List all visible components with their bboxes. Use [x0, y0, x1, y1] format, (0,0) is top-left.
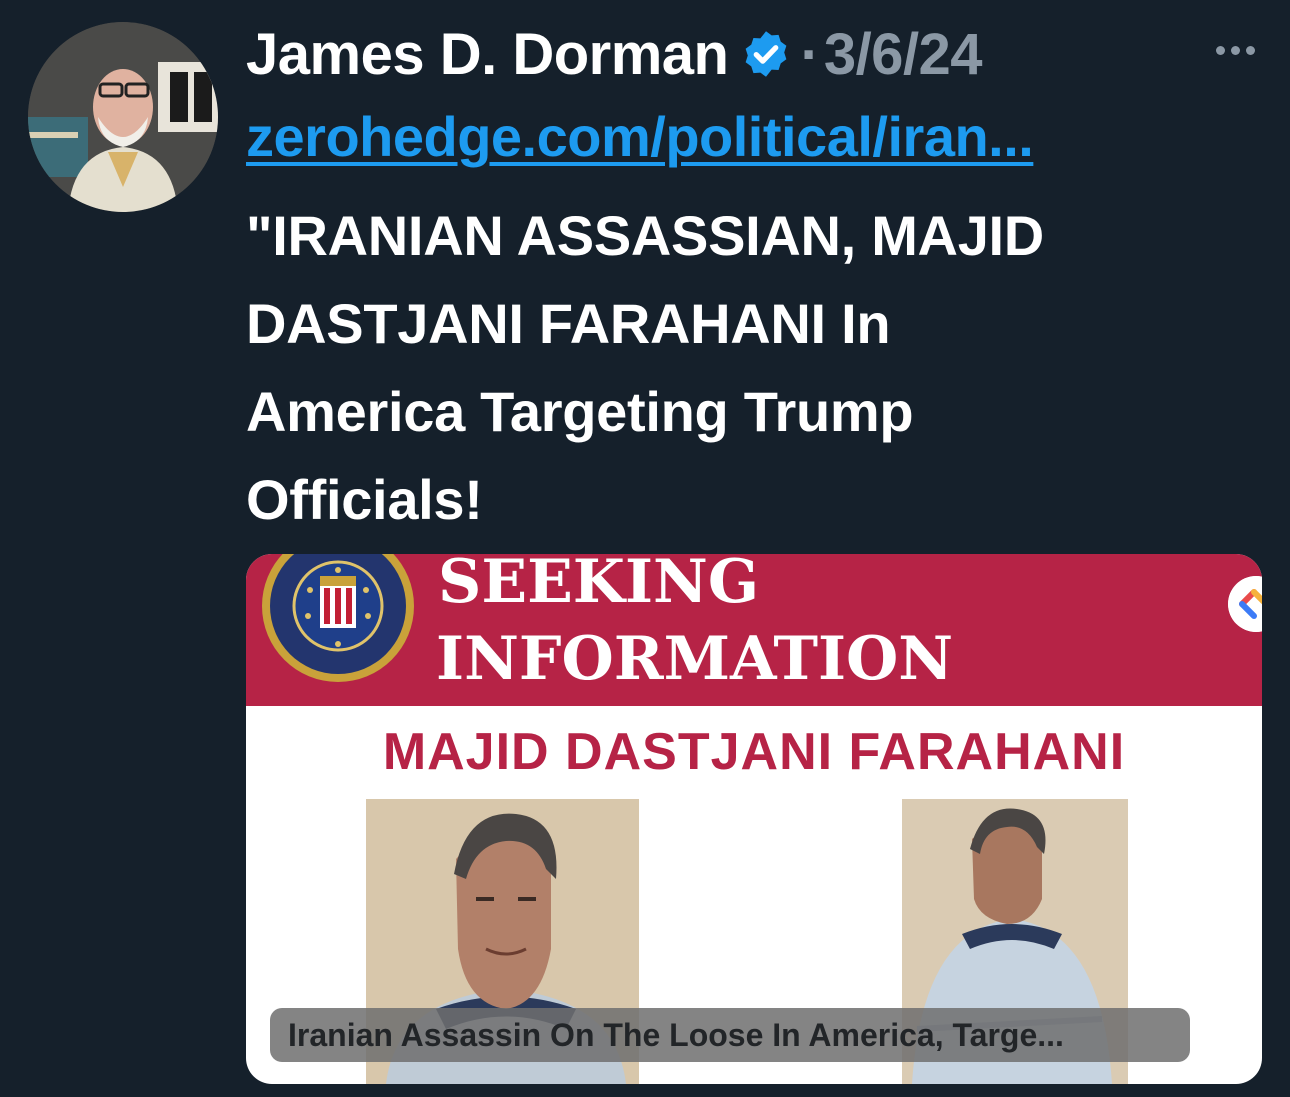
- tweet-link[interactable]: zerohedge.com/political/iran...: [246, 104, 1034, 169]
- tweet-date[interactable]: 3/6/24: [824, 21, 983, 88]
- more-dot: [1245, 45, 1255, 55]
- share-icon[interactable]: [1228, 576, 1262, 632]
- card-caption-text: Iranian Assassin On The Loose In America…: [288, 1016, 1064, 1053]
- subject-name: MAJID DASTJANI FARAHANI: [382, 723, 1126, 781]
- tweet-text-line: Officials!: [246, 468, 483, 531]
- more-options-icon[interactable]: [1205, 30, 1265, 70]
- more-dot: [1215, 45, 1225, 55]
- avatar-image: [28, 22, 218, 212]
- tweet-header: James D. Dorman · 3/6/24: [246, 18, 983, 90]
- tweet-text: "IRANIAN ASSASSIAN, MAJID DASTJANI FARAH…: [246, 192, 1226, 544]
- banner-title-line1: SEEKING: [438, 554, 760, 617]
- author-name[interactable]: James D. Dorman: [246, 21, 729, 88]
- card-caption[interactable]: Iranian Assassin On The Loose In America…: [270, 1008, 1190, 1062]
- tweet-text-line: America Targeting Trump: [246, 380, 914, 443]
- fbi-seal: [262, 554, 414, 682]
- tweet-text-line: "IRANIAN ASSASSIAN, MAJID: [246, 204, 1044, 267]
- avatar[interactable]: [28, 22, 218, 212]
- separator-dot: ·: [800, 21, 820, 87]
- card-banner: SEEKING INFORMATION: [246, 554, 1262, 706]
- tweet-text-line: DASTJANI FARAHANI In: [246, 292, 891, 355]
- banner-title-line2: INFORMATION: [436, 624, 954, 694]
- verified-badge-icon: [746, 31, 787, 77]
- more-dot: [1230, 45, 1240, 55]
- link-preview-card[interactable]: SEEKING INFORMATION MAJID DASTJANI FARAH…: [246, 554, 1262, 1084]
